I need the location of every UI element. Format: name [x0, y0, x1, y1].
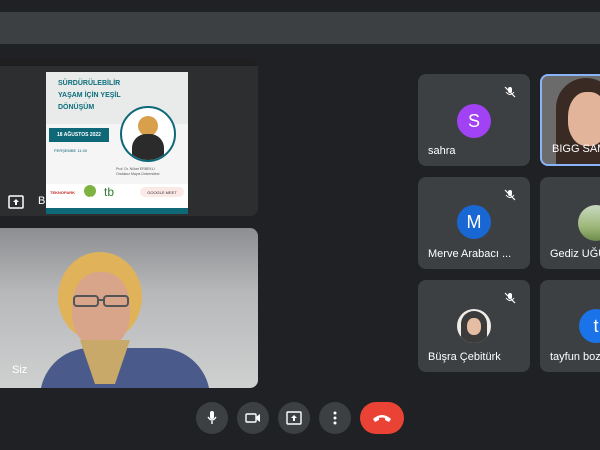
present-screen-icon	[286, 411, 302, 425]
presentation-tile[interactable]: SÜRDÜRÜLEBİLİR YAŞAM İÇİN YEŞİL DÖNÜŞÜM …	[0, 58, 258, 216]
slide-day-time: PERŞEMBE 11:00	[54, 148, 88, 153]
participant-video-face	[568, 92, 600, 146]
more-options-button[interactable]	[319, 402, 351, 434]
mic-off-icon	[499, 287, 521, 309]
participant-avatar: S	[457, 104, 491, 138]
self-video-tile[interactable]: Siz	[0, 228, 258, 388]
presentation-toolbar	[0, 58, 258, 66]
self-video-glasses	[73, 294, 129, 307]
participant-avatar-photo	[457, 309, 491, 343]
top-bar	[0, 12, 600, 44]
mic-off-icon	[499, 184, 521, 206]
slide-title-line1: SÜRDÜRÜLEBİLİR	[58, 80, 121, 87]
presentation-slide: SÜRDÜRÜLEBİLİR YAŞAM İÇİN YEŞİL DÖNÜŞÜM …	[46, 72, 188, 214]
more-options-icon	[333, 411, 337, 425]
slide-title-line3: DÖNÜŞÜM	[58, 104, 95, 111]
participant-tile-busra[interactable]: Büşra Çebitürk	[418, 280, 530, 372]
end-call-button[interactable]	[360, 402, 404, 434]
slide-date: 18 AĞUSTOS 2022	[49, 128, 109, 142]
participant-name: Merve Arabacı ...	[428, 248, 512, 260]
avatar-initial: M	[466, 211, 482, 232]
participant-tile-gediz[interactable]: Gediz UĞUR	[540, 177, 600, 269]
end-call-icon	[373, 415, 391, 422]
present-screen-icon	[6, 194, 26, 210]
mic-off-icon	[499, 81, 521, 103]
self-video-face	[72, 272, 130, 348]
presentation-label: BIGG SAMSUN (Sunu)	[38, 195, 152, 207]
self-name: Siz	[12, 364, 28, 376]
participant-name: tayfun bozkurt	[550, 351, 600, 363]
participant-tile-bigg-samsun[interactable]: BIGG SAMSUN	[540, 74, 600, 166]
participant-tile-sahra[interactable]: S sahra	[418, 74, 530, 166]
avatar-initial: S	[467, 110, 480, 131]
participant-tile-tayfun[interactable]: t tayfun bozkurt	[540, 280, 600, 372]
participant-avatar: t	[579, 309, 600, 343]
slide-speaker-photo	[120, 106, 176, 162]
participant-name: BIGG SAMSUN	[552, 143, 600, 155]
participant-avatar-photo	[578, 205, 600, 241]
present-button[interactable]	[278, 402, 310, 434]
participant-tile-merve[interactable]: M Merve Arabacı ...	[418, 177, 530, 269]
slide-speaker-affiliation: Ondokuz Mayıs Üniversitesi	[116, 172, 160, 176]
microphone-icon	[207, 411, 217, 424]
avatar-initial: t	[593, 315, 599, 336]
participant-name: Gediz UĞUR	[550, 248, 600, 260]
participant-avatar: M	[457, 205, 491, 239]
camera-icon	[245, 413, 260, 423]
participant-name: sahra	[428, 145, 456, 157]
slide-title-line2: YAŞAM İÇİN YEŞİL	[58, 92, 121, 99]
camera-button[interactable]	[237, 402, 269, 434]
participant-name: Büşra Çebitürk	[428, 351, 501, 363]
microphone-button[interactable]	[196, 402, 228, 434]
